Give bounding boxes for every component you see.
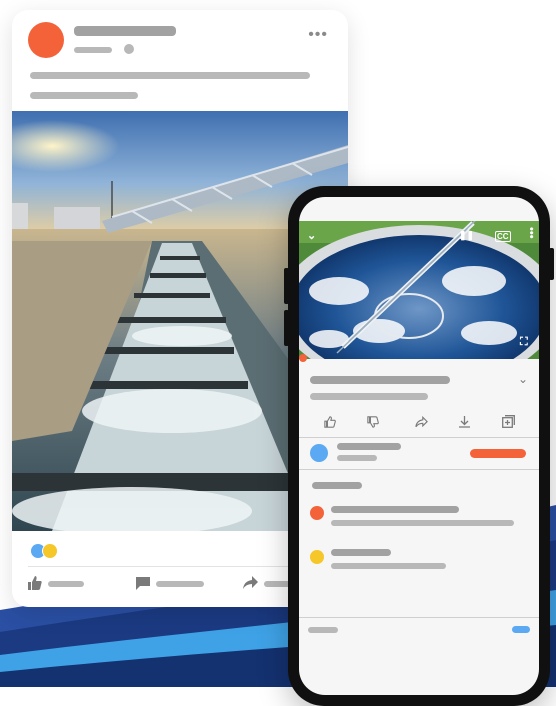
- more-icon[interactable]: •••: [308, 26, 328, 44]
- captions-button[interactable]: CC: [495, 231, 511, 242]
- comment-author-placeholder: [331, 549, 391, 556]
- chevron-down-icon[interactable]: ⌄: [307, 229, 316, 242]
- phone-side-button: [284, 268, 289, 304]
- autoplay-toggle[interactable]: [512, 626, 530, 633]
- author-avatar[interactable]: [28, 22, 64, 58]
- footer-divider: [299, 617, 539, 618]
- video-player[interactable]: ⌄ ❚❚ CC ••• ⛶: [299, 221, 539, 359]
- add-to-playlist-icon[interactable]: [502, 415, 515, 428]
- thumb-down-icon[interactable]: [367, 416, 379, 428]
- visibility-dot: [124, 44, 134, 54]
- comments-header-placeholder: [312, 482, 362, 489]
- comment-text-placeholder: [331, 520, 514, 526]
- channel-subscribers-placeholder: [337, 455, 377, 461]
- comment-label-placeholder: [156, 581, 204, 587]
- pause-icon[interactable]: ❚❚: [459, 230, 474, 241]
- autoplay-label-placeholder: [308, 627, 338, 633]
- thumb-up-icon[interactable]: [324, 416, 336, 428]
- share-icon[interactable]: [415, 416, 428, 428]
- phone-side-button: [284, 310, 289, 346]
- post-text-line-2: [30, 92, 138, 99]
- expand-description-icon[interactable]: ⌄: [518, 373, 528, 386]
- author-name-placeholder: [74, 26, 176, 36]
- phone-device: ⌄ ❚❚ CC ••• ⛶ ⌄: [284, 186, 554, 706]
- comment-avatar[interactable]: [310, 506, 324, 520]
- more-icon[interactable]: •••: [525, 227, 537, 239]
- like-label-placeholder: [48, 581, 84, 587]
- video-progress-scrubber[interactable]: [299, 354, 307, 362]
- channel-name-placeholder: [337, 443, 401, 450]
- reactions-divider: [28, 566, 332, 567]
- subscribe-button[interactable]: [470, 449, 526, 458]
- comment-avatar[interactable]: [310, 550, 324, 564]
- post-text-line-1: [30, 72, 310, 79]
- share-icon: [243, 576, 258, 589]
- share-button[interactable]: [243, 576, 258, 594]
- phone-power-button: [549, 248, 554, 280]
- download-icon[interactable]: [459, 416, 470, 428]
- video-app-screen: ⌄ ❚❚ CC ••• ⛶ ⌄: [299, 197, 539, 695]
- video-title-placeholder: [310, 376, 450, 384]
- channel-avatar[interactable]: [310, 444, 328, 462]
- comment-icon: [136, 577, 150, 590]
- channel-divider: [299, 469, 539, 470]
- video-views-placeholder: [310, 393, 428, 400]
- comment-text-placeholder: [331, 563, 446, 569]
- reaction-haha-icon[interactable]: [43, 544, 57, 558]
- comment-author-placeholder: [331, 506, 459, 513]
- actions-divider: [299, 437, 539, 438]
- comment-button[interactable]: [136, 577, 150, 595]
- like-icon: [28, 576, 42, 590]
- post-meta-placeholder: [74, 47, 112, 53]
- fullscreen-icon[interactable]: ⛶: [520, 336, 528, 349]
- like-button[interactable]: [28, 576, 42, 595]
